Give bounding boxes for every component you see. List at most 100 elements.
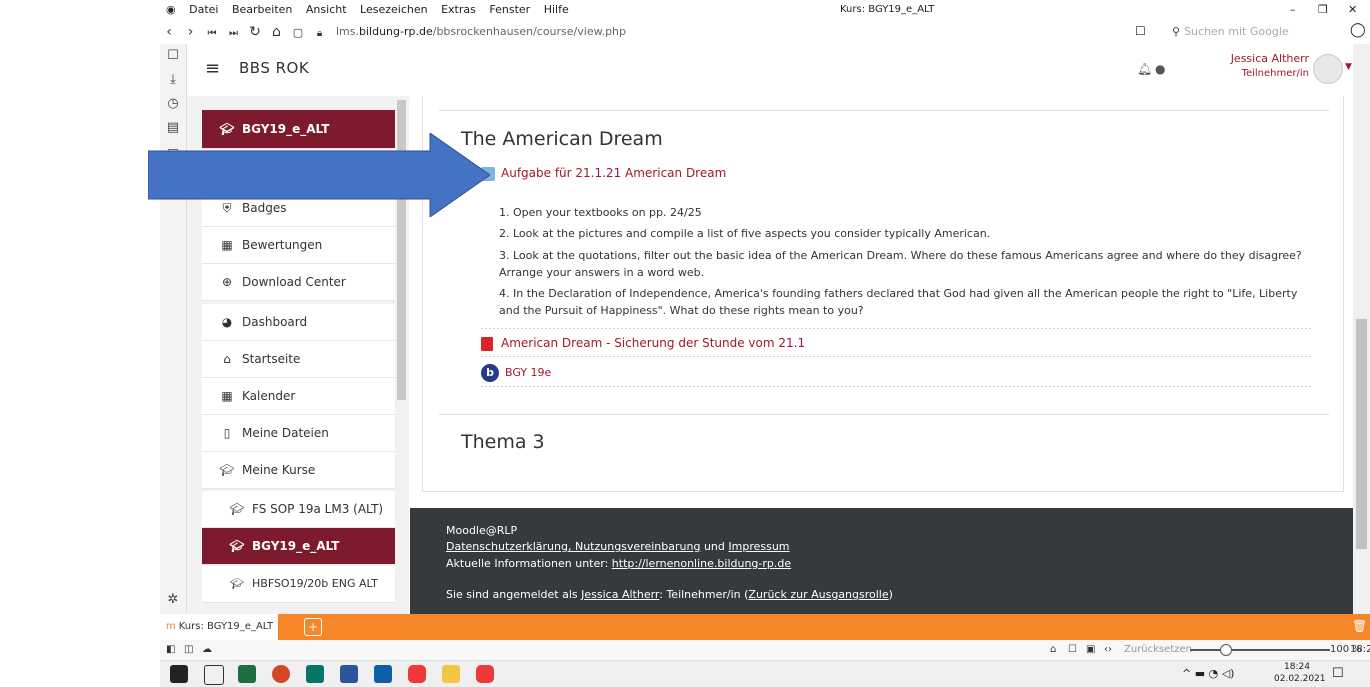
messages-icon[interactable]: ● [1155,62,1165,76]
step-1: 1. Open your textbooks on pp. 24/25 [499,206,702,219]
drawer-item-dashboard[interactable]: ◕ Dashboard [202,304,395,341]
first-icon[interactable]: ⏮ [203,22,221,46]
step-2: 2. Look at the pictures and compile a li… [499,227,991,240]
scrollbar-thumb[interactable] [1356,319,1367,549]
site-name[interactable]: BBS ROK [239,59,309,77]
drawer-item-course-fs-sop[interactable]: 🎓︎ FS SOP 19a LM3 (ALT) [202,491,395,528]
footer-news: Aktuelle Informationen unter: http://ler… [446,557,791,570]
last-icon[interactable]: ⏭ [225,22,243,46]
windows-start-icon[interactable] [170,665,188,683]
menu-datei[interactable]: Datei [189,0,218,20]
news-link[interactable]: http://lernenonline.bildung-rp.de [612,557,791,570]
assignment-activity[interactable]: Aufgabe für 21.1.21 American Dream [481,166,726,181]
code-icon[interactable]: ‹› [1104,640,1112,660]
zoom-reset[interactable]: Zurücksetzen [1124,640,1192,660]
task-view-icon[interactable] [204,665,224,685]
shield-icon[interactable]: ▢ [289,21,307,45]
pdf-icon [481,337,493,351]
word-icon[interactable] [340,665,358,683]
drawer-item-label: Download Center [242,275,346,289]
taskbar-time: 18:24 [1284,662,1310,672]
assignment-link[interactable]: Aufgabe für 21.1.21 American Dream [501,166,726,180]
close-icon[interactable]: ✕ [1348,0,1357,20]
minimize-icon[interactable]: – [1290,0,1296,20]
url-bar[interactable]: lms.bildung-rp.de/bbsrockenhausen/course… [336,22,1156,42]
drawer-item-meine-dateien[interactable]: ▯ Meine Dateien [202,415,395,452]
profile-icon[interactable]: ◯ [1350,22,1366,38]
url-path: /bbsrockenhausen/course/view.php [432,25,627,38]
back-icon[interactable]: ‹ [160,20,178,44]
footer-login-info: Sie sind angemeldet als Jessica Altherr:… [446,588,893,601]
history-icon[interactable]: ◷ [160,96,186,120]
menu-fenster[interactable]: Fenster [489,0,530,20]
bookmark-icon[interactable]: ☐ [1135,24,1146,38]
close-paren: ) [888,588,893,601]
reload-icon[interactable]: ↻ [246,20,264,44]
home-icon: ⌂ [223,352,231,366]
page-scrollbar[interactable] [1353,44,1370,614]
imprint-link[interactable]: Impressum [728,540,789,553]
user-name[interactable]: Jessica Altherr [1227,52,1309,65]
mail-icon[interactable] [374,665,392,683]
bbb-link[interactable]: BGY 19e [505,366,551,379]
footer-brand: Moodle@RLP [446,524,518,537]
search-input[interactable]: ⚲ Suchen mit Google [1172,22,1322,42]
logged-prefix: Sie sind angemeldet als [446,588,582,601]
taskbar-date: 02.02.2021 [1274,674,1326,684]
settings-icon[interactable]: ✲ [160,592,186,616]
new-tab-icon[interactable]: + [304,618,322,636]
home-icon[interactable]: ⌂ [268,20,286,44]
powerpoint-icon[interactable] [272,665,290,683]
menu-ansicht[interactable]: Ansicht [306,0,347,20]
image-icon[interactable]: ▣ [1086,640,1095,660]
notification-icon[interactable]: 🔔︎ [1137,62,1152,76]
trash-icon[interactable]: 🗑︎ [1352,619,1367,633]
maximize-icon[interactable]: ❐ [1318,0,1328,20]
drawer-item-download-center[interactable]: ⊕ Download Center [202,264,395,301]
window-title: Kurs: BGY19_e_ALT [840,4,935,15]
menu-extras[interactable]: Extras [441,0,476,20]
zoom-slider[interactable] [1190,644,1330,656]
menu-hilfe[interactable]: Hilfe [544,0,569,20]
graduation-cap-icon: 🎓︎ [219,463,235,477]
bbb-activity[interactable]: b BGY 19e [481,364,551,382]
menu-lesezeichen[interactable]: Lesezeichen [360,0,428,20]
vivaldi-icon[interactable] [476,665,494,683]
bookmark-icon[interactable]: ☐ [160,48,186,72]
windows-taskbar: ^ ▬ ◔ ◁) 18:24 02.02.2021 ☐ [160,661,1370,687]
drawer-item-course-hbfso[interactable]: 🎓︎ HBFSO19/20b ENG ALT [202,566,395,603]
panel-toggle-icon[interactable]: ◧ [166,640,175,660]
hamburger-menu-icon[interactable]: ≡ [205,58,220,79]
file-explorer-icon[interactable] [442,665,460,683]
drawer-item-course-bgy19[interactable]: 🎓︎ BGY19_e_ALT [202,528,395,565]
privacy-link[interactable]: Datenschutzerklärung, Nutzungsvereinbaru… [446,540,700,553]
avatar[interactable] [1313,54,1343,84]
drawer-item-kalender[interactable]: ▦ Kalender [202,378,395,415]
tile-icon[interactable]: ◫ [184,640,193,660]
logged-user-link[interactable]: Jessica Altherr [581,588,659,601]
drawer-item-label: BGY19_e_ALT [252,539,340,553]
cloud-icon[interactable]: ☁︎ [202,640,212,660]
search-icon: ⚲ [1172,25,1181,38]
drawer-item-startseite[interactable]: ⌂ Startseite [202,341,395,378]
pdf-link[interactable]: American Dream - Sicherung der Stunde vo… [501,336,805,350]
url-domain: bildung-rp.de [359,25,433,38]
zoom-slider-handle[interactable] [1220,644,1232,656]
drawer-item-meine-kurse[interactable]: 🎓︎ Meine Kurse [202,452,395,489]
download-icon[interactable]: ⤓ [160,72,186,96]
tab-active[interactable]: m Kurs: BGY19_e_ALT [160,614,278,640]
notification-center-icon[interactable]: ☐ [1332,666,1344,681]
step-3: 3. Look at the quotations, filter out th… [499,249,1302,279]
forward-icon[interactable]: › [182,20,200,44]
system-tray-icon[interactable]: ^ ▬ ◔ ◁) [1182,667,1234,680]
caret-down-icon[interactable]: ▼ [1345,62,1352,72]
sync-icon[interactable]: ⌂ [1050,640,1056,660]
excel-icon[interactable] [238,665,256,683]
vivaldi-icon[interactable] [408,665,426,683]
pdf-activity[interactable]: American Dream - Sicherung der Stunde vo… [481,336,805,351]
publisher-icon[interactable] [306,665,324,683]
drawer-item-bewertungen[interactable]: ▦ Bewertungen [202,227,395,264]
window-icon[interactable]: ☐ [1068,640,1077,660]
menu-bearbeiten[interactable]: Bearbeiten [232,0,292,20]
return-role-link[interactable]: Zurück zur Ausgangsrolle [748,588,888,601]
